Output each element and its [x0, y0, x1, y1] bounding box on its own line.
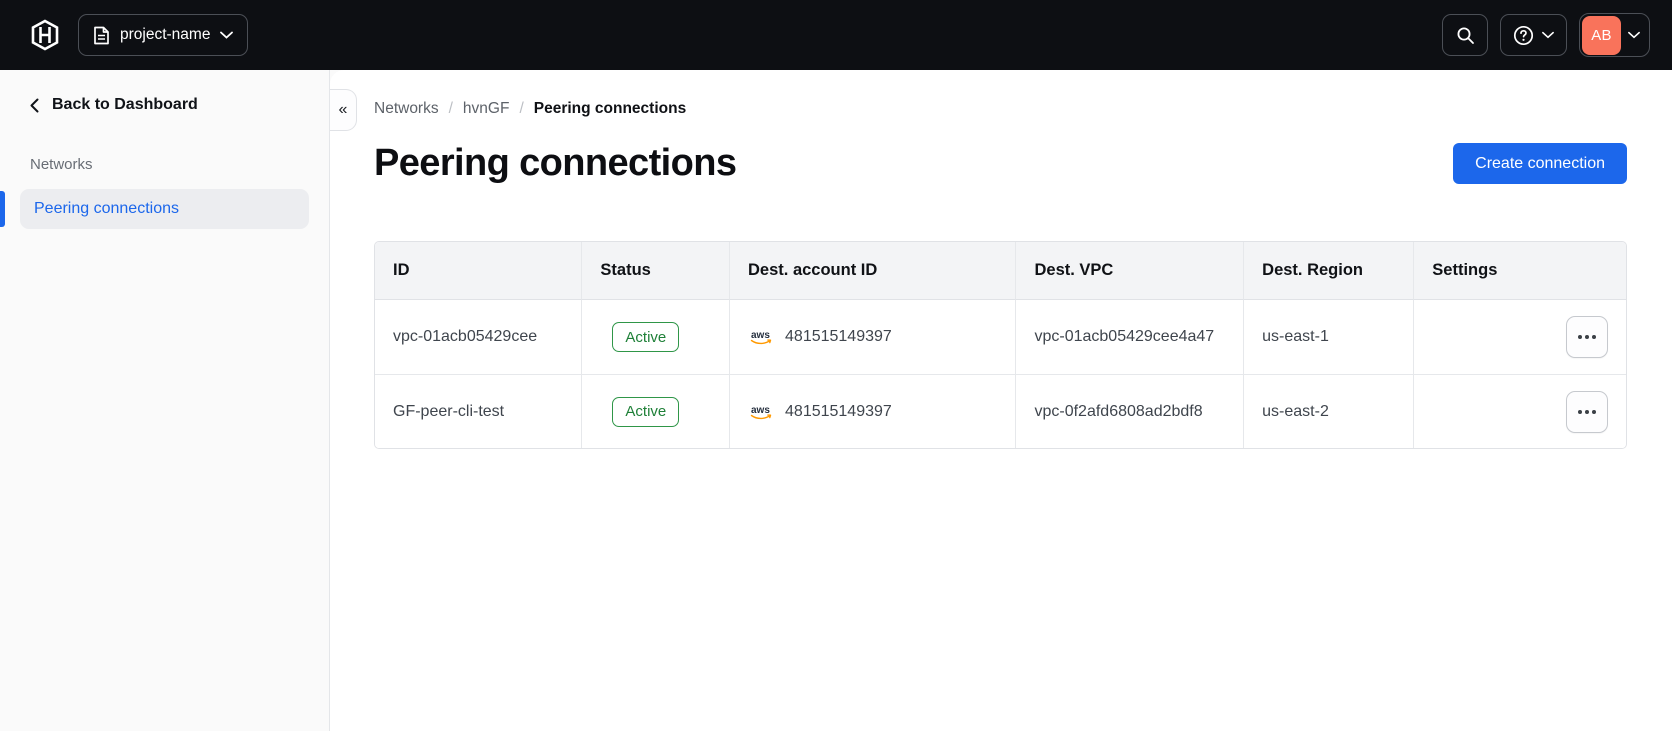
page-title: Peering connections	[374, 142, 737, 184]
collapse-sidebar-icon: «	[338, 101, 348, 118]
cell-dest-account-id: aws 481515149397	[729, 374, 1016, 448]
create-connection-button[interactable]: Create connection	[1453, 143, 1627, 184]
cell-settings	[1413, 374, 1626, 448]
column-header-dest-account-id: Dest. account ID	[729, 242, 1016, 300]
cell-id: vpc-01acb05429cee	[375, 300, 582, 374]
cell-dest-region: us-east-1	[1243, 300, 1414, 374]
column-header-dest-region: Dest. Region	[1243, 242, 1414, 300]
column-header-dest-vpc: Dest. VPC	[1015, 242, 1244, 300]
table-row: vpc-01acb05429cee Active aws 48151514939…	[375, 300, 1626, 374]
chevron-down-icon	[1628, 31, 1640, 39]
breadcrumb: Networks / hvnGF / Peering connections	[374, 100, 1627, 118]
cell-status: Active	[581, 374, 730, 448]
hashicorp-logo-button[interactable]	[30, 19, 60, 51]
main-content: « Networks / hvnGF / Peering connections…	[329, 70, 1672, 731]
row-settings-menu-button[interactable]	[1566, 390, 1608, 433]
breadcrumb-current-page: Peering connections	[533, 100, 687, 117]
sidebar-item-label: Peering connections	[34, 200, 179, 217]
project-switcher-dropdown[interactable]: project-name	[78, 14, 249, 56]
svg-text:aws: aws	[751, 405, 770, 416]
hashicorp-logo-icon	[30, 19, 60, 51]
chevron-down-icon	[1542, 31, 1554, 39]
project-switcher-label: project-name	[120, 26, 211, 43]
user-menu-dropdown[interactable]: AB	[1579, 13, 1650, 57]
dest-account-id-value: 481515149397	[785, 402, 892, 420]
cell-settings	[1413, 300, 1626, 374]
cell-id: GF-peer-cli-test	[375, 374, 582, 448]
breadcrumb-link-networks[interactable]: Networks	[374, 100, 439, 118]
sidebar-section-networks: Networks	[30, 156, 93, 173]
svg-text:aws: aws	[751, 330, 770, 341]
aws-icon: aws	[748, 328, 775, 346]
table-header-row: ID Status Dest. account ID Dest. VPC Des…	[375, 242, 1626, 300]
cell-status: Active	[581, 300, 730, 374]
table-row: GF-peer-cli-test Active aws 481515149397…	[375, 374, 1626, 448]
search-button[interactable]	[1442, 14, 1488, 56]
breadcrumb-separator: /	[519, 100, 524, 117]
sidebar-item-peering-connections[interactable]: Peering connections	[0, 189, 309, 229]
peering-connections-table: ID Status Dest. account ID Dest. VPC Des…	[374, 241, 1627, 449]
avatar: AB	[1582, 15, 1621, 55]
status-badge: Active	[612, 396, 680, 427]
sidebar: Back to Dashboard Networks Peering conne…	[0, 70, 330, 731]
help-icon	[1513, 25, 1534, 46]
cell-dest-vpc: vpc-01acb05429cee4a47	[1015, 300, 1244, 374]
chevron-down-icon	[220, 31, 234, 39]
sidebar-collapse-button[interactable]: «	[329, 89, 357, 131]
back-to-dashboard-link[interactable]: Back to Dashboard	[30, 96, 198, 114]
top-nav-bar: project-name AB	[0, 0, 1672, 70]
help-menu-dropdown[interactable]	[1500, 14, 1567, 56]
breadcrumb-separator: /	[448, 100, 453, 117]
back-to-dashboard-label: Back to Dashboard	[52, 96, 198, 113]
document-icon	[93, 26, 110, 45]
row-settings-menu-button[interactable]	[1566, 316, 1608, 358]
ellipsis-icon	[1578, 409, 1582, 414]
column-header-id: ID	[375, 242, 582, 300]
dest-account-id-value: 481515149397	[785, 328, 892, 345]
cell-dest-vpc: vpc-0f2afd6808ad2bdf8	[1015, 374, 1244, 448]
search-icon	[1456, 26, 1475, 45]
cell-dest-account-id: aws 481515149397	[729, 300, 1016, 374]
chevron-left-icon	[30, 98, 39, 113]
ellipsis-icon	[1578, 335, 1582, 339]
status-badge: Active	[612, 322, 680, 352]
column-header-status: Status	[581, 242, 730, 300]
aws-icon: aws	[748, 403, 775, 421]
cell-dest-region: us-east-2	[1243, 374, 1414, 448]
column-header-settings: Settings	[1413, 242, 1626, 300]
breadcrumb-link-hvngf[interactable]: hvnGF	[463, 100, 510, 118]
